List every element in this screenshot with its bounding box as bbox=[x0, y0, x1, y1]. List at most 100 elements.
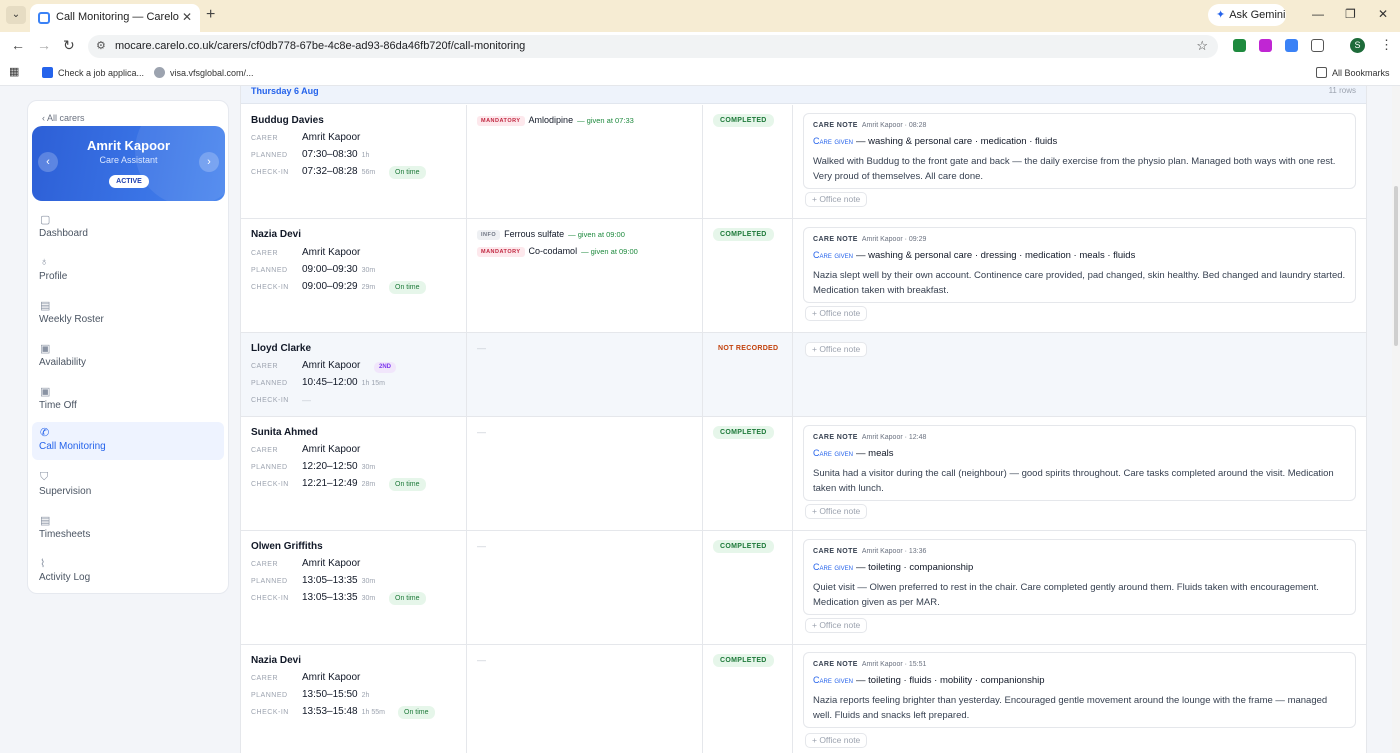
sidebar-item-call-monitoring[interactable]: ✆ Call Monitoring bbox=[32, 422, 224, 460]
care-note: CARE NOTE Amrit Kapoor · 15:51 Care given… bbox=[803, 652, 1356, 728]
sidebar-item-time-off[interactable]: ▣ Time Off bbox=[32, 381, 224, 419]
bookmark-label: All Bookmarks bbox=[1332, 68, 1390, 78]
note-header: CARE NOTE Amrit Kapoor · 15:51 bbox=[813, 661, 926, 668]
tab-search-icon[interactable]: ⌄ bbox=[6, 6, 26, 24]
office-note-button[interactable]: + Office note bbox=[805, 192, 868, 207]
apps-grid-icon[interactable]: ▦ bbox=[9, 65, 19, 78]
office-note-button[interactable]: + Office note bbox=[805, 733, 868, 748]
planned-time: 10:45–12:00 1h 15m bbox=[302, 377, 385, 388]
office-note-button[interactable]: + Office note bbox=[805, 618, 868, 633]
sidebar-item-label: Time Off bbox=[39, 400, 77, 411]
sidebar-item-supervision[interactable]: ⛉ Supervision bbox=[32, 467, 224, 505]
sidebar-item-activity-log[interactable]: ⌇ Activity Log bbox=[32, 553, 224, 591]
note-meta: Amrit Kapoor · 09:29 bbox=[861, 236, 927, 243]
on-time-badge: On time bbox=[398, 706, 435, 719]
planned-time: 13:05–13:35 30m bbox=[302, 575, 375, 586]
reload-icon[interactable]: ↻ bbox=[63, 37, 75, 54]
row-count: 11 rows bbox=[1328, 86, 1356, 95]
bookmark-favicon-icon bbox=[42, 67, 53, 78]
close-window-icon[interactable]: ✕ bbox=[1378, 7, 1388, 21]
office-note-button[interactable]: + Office note bbox=[805, 306, 868, 321]
ask-gemini-button[interactable]: ✦ Ask Gemini bbox=[1208, 4, 1286, 26]
office-note-button[interactable]: + Office note bbox=[805, 342, 868, 357]
all-bookmarks[interactable]: All Bookmarks bbox=[1316, 67, 1390, 78]
minimize-icon[interactable]: — bbox=[1312, 7, 1324, 21]
medication-name: Ferrous sulfate bbox=[504, 229, 565, 239]
profile-icon: ♁ bbox=[40, 256, 49, 268]
maximize-icon[interactable]: ❐ bbox=[1345, 7, 1356, 21]
client-name[interactable]: Buddug Davies bbox=[251, 115, 324, 126]
planned-range: 10:45–12:00 bbox=[302, 377, 358, 388]
note-label: CARE NOTE bbox=[813, 236, 858, 243]
checkin-time: 07:32–08:28 56m bbox=[302, 166, 375, 177]
status-badge: NOT RECORDED bbox=[718, 345, 779, 352]
client-name[interactable]: Lloyd Clarke bbox=[251, 343, 311, 354]
browser-menu-icon[interactable]: ⋮ bbox=[1380, 37, 1393, 53]
phone-icon: ✆ bbox=[40, 427, 50, 439]
activity-icon: ⌇ bbox=[40, 558, 46, 570]
table-row[interactable]: Olwen Griffiths CARER Amrit Kapoor PLANN… bbox=[241, 531, 1366, 645]
carer-value: Amrit Kapoor bbox=[302, 247, 361, 258]
client-name[interactable]: Sunita Ahmed bbox=[251, 427, 318, 438]
scrollbar-thumb[interactable] bbox=[1394, 186, 1398, 346]
sidebar-item-label: Activity Log bbox=[39, 572, 91, 583]
sidebar-item-profile[interactable]: ♁ Profile bbox=[32, 252, 224, 290]
planned-duration: 30m bbox=[361, 267, 376, 274]
bookmark-star-icon[interactable]: ☆ bbox=[1196, 38, 1208, 54]
care-given-label: Care given bbox=[813, 562, 854, 572]
planned-duration: 1h bbox=[361, 152, 370, 159]
client-name[interactable]: Olwen Griffiths bbox=[251, 541, 323, 552]
gemini-label: Ask Gemini bbox=[1229, 9, 1286, 21]
on-time-badge: On time bbox=[389, 478, 426, 491]
medication-name: Co-codamol bbox=[528, 246, 578, 256]
planned-range: 12:20–12:50 bbox=[302, 461, 358, 472]
sidebar-item-label: Profile bbox=[39, 271, 68, 282]
care-note: CARE NOTE Amrit Kapoor · 09:29 Care given… bbox=[803, 227, 1356, 303]
bookmark-item[interactable]: visa.vfsglobal.com/... bbox=[154, 67, 254, 78]
timesheet-icon: ▤ bbox=[40, 515, 51, 527]
info-tag: INFO bbox=[477, 230, 501, 240]
extension-icon[interactable] bbox=[1259, 39, 1272, 52]
care-note: CARE NOTE Amrit Kapoor · 13:36 Care given… bbox=[803, 539, 1356, 615]
client-name[interactable]: Nazia Devi bbox=[251, 229, 301, 240]
table-row[interactable]: Nazia Devi CARER Amrit Kapoor PLANNED 13… bbox=[241, 645, 1366, 753]
table-row[interactable]: Buddug Davies CARER Amrit Kapoor PLANNED… bbox=[241, 105, 1366, 219]
url-bar[interactable]: ⚙ mocare.carelo.co.uk/carers/cf0db778-67… bbox=[88, 35, 1218, 58]
sidebar-item-availability[interactable]: ▣ Availability bbox=[32, 338, 224, 376]
site-info-icon[interactable]: ⚙ bbox=[96, 39, 106, 52]
new-tab-icon[interactable]: + bbox=[206, 6, 215, 24]
planned-label: PLANNED bbox=[251, 267, 288, 274]
table-row[interactable]: Lloyd Clarke CARER Amrit Kapoor 2ND PLAN… bbox=[241, 333, 1366, 417]
carer-label: CARER bbox=[251, 561, 279, 568]
note-body: Sunita had a visitor during the call (ne… bbox=[813, 468, 1334, 494]
extension-icon[interactable] bbox=[1285, 39, 1298, 52]
planned-range: 13:05–13:35 bbox=[302, 575, 358, 586]
checkin-time: 09:00–09:29 29m bbox=[302, 281, 375, 292]
page-scrollbar[interactable] bbox=[1392, 86, 1400, 753]
care-given-line: Care given — toileting · companionship bbox=[813, 562, 973, 573]
bookmark-item[interactable]: Check a job applica... bbox=[42, 67, 144, 78]
availability-icon: ▣ bbox=[40, 343, 51, 355]
note-label: CARE NOTE bbox=[813, 434, 858, 441]
table-row[interactable]: Sunita Ahmed CARER Amrit Kapoor PLANNED … bbox=[241, 417, 1366, 531]
sidebar-item-weekly-roster[interactable]: ▤ Weekly Roster bbox=[32, 295, 224, 333]
browser-tab[interactable]: Call Monitoring — Carelo ✕ bbox=[30, 4, 200, 32]
extensions-puzzle-icon[interactable] bbox=[1311, 39, 1324, 52]
office-note-button[interactable]: + Office note bbox=[805, 504, 868, 519]
table-row[interactable]: Nazia Devi CARER Amrit Kapoor PLANNED 09… bbox=[241, 219, 1366, 333]
all-carers-link[interactable]: ‹ All carers bbox=[42, 113, 85, 123]
sidebar-item-dashboard[interactable]: ▢ Dashboard bbox=[32, 209, 224, 247]
mandatory-tag: MANDATORY bbox=[477, 247, 525, 257]
shield-icon: ⛉ bbox=[40, 471, 49, 483]
profile-avatar[interactable]: S bbox=[1350, 38, 1365, 53]
client-name[interactable]: Nazia Devi bbox=[251, 655, 301, 666]
planned-time: 13:50–15:50 2h bbox=[302, 689, 369, 700]
back-arrow-icon[interactable]: ← bbox=[11, 37, 25, 53]
sidebar-item-timesheets[interactable]: ▤ Timesheets bbox=[32, 510, 224, 548]
forward-arrow-icon[interactable]: → bbox=[37, 37, 51, 53]
note-body: Walked with Buddug to the front gate and… bbox=[813, 156, 1336, 182]
care-tasks: — meals bbox=[856, 448, 894, 459]
close-tab-icon[interactable]: ✕ bbox=[182, 10, 192, 24]
care-tasks: — washing & personal care · dressing · m… bbox=[856, 250, 1136, 261]
download-extension-icon[interactable] bbox=[1233, 39, 1246, 52]
